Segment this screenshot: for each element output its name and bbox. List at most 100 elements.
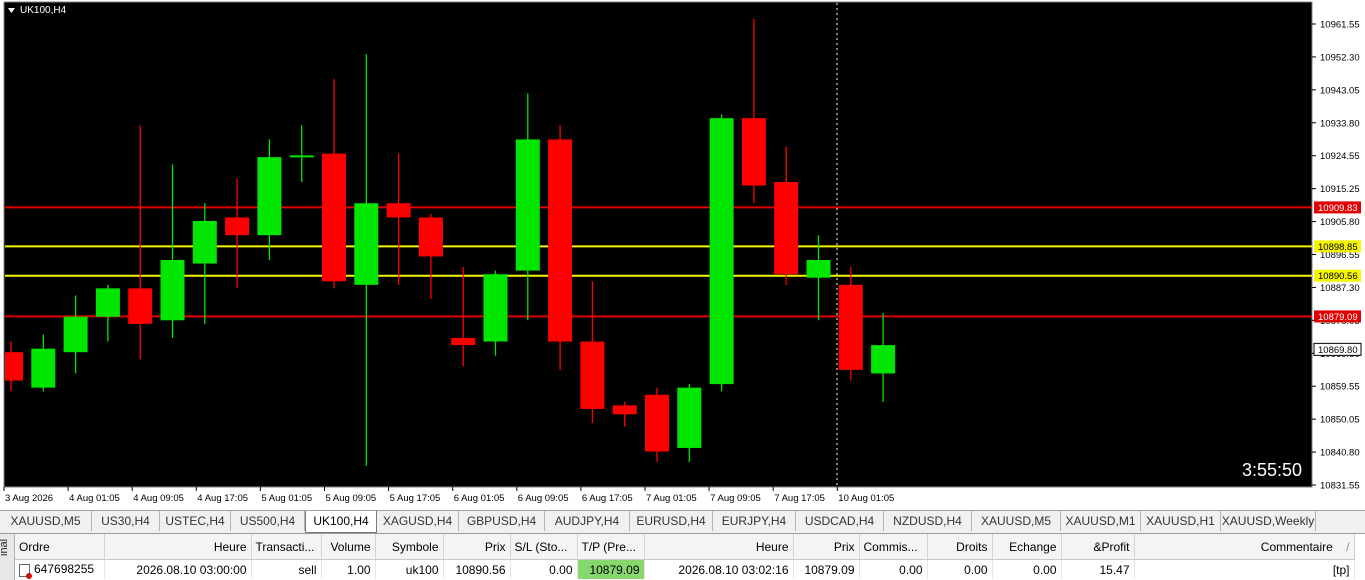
chart-tab[interactable]: XAUUSD,M1: [1061, 511, 1141, 531]
table-row[interactable]: 647698255 2026.08.10 03:00:00 sell 1.00 …: [15, 559, 1355, 579]
col-header-prix[interactable]: Prix: [443, 534, 511, 560]
candle-body: [741, 118, 766, 186]
col-header-heure[interactable]: Heure: [104, 534, 252, 560]
cell-ordre: 647698255: [15, 559, 105, 579]
chart-tab[interactable]: US500,H4: [231, 511, 305, 531]
candle-body: [580, 341, 605, 409]
chart-tab[interactable]: USDCAD,H4: [796, 511, 884, 531]
candle-body: [612, 405, 637, 415]
col-header-commentaire[interactable]: Commentaire /: [1134, 534, 1355, 560]
candle-body: [418, 217, 443, 257]
chart-area[interactable]: 10961.55 10952.30 10943.05 10933.80 10924.55…: [0, 0, 1365, 510]
price-tick-label: 10933.80: [1320, 118, 1360, 129]
time-tick-label: 5 Aug 09:05: [326, 493, 377, 504]
order-price-label: 10909.83: [1318, 203, 1358, 214]
time-tick-label: 4 Aug 09:05: [133, 493, 184, 504]
candle-body: [63, 316, 88, 353]
candle-body: [515, 139, 540, 271]
col-header-echange[interactable]: Echange: [992, 534, 1062, 560]
terminal-panel: inal Ordre Heure Transacti... Volume Sym…: [0, 533, 1365, 580]
cell-symbole: uk100: [375, 559, 444, 579]
candle-body: [192, 220, 217, 264]
chart-tab[interactable]: GBPUSD,H4: [459, 511, 545, 531]
col-header-heure-close[interactable]: Heure: [644, 534, 794, 560]
candle-body: [31, 348, 56, 388]
price-tick-label: 10924.55: [1320, 151, 1360, 162]
time-tick-label: 7 Aug 01:05: [646, 493, 697, 504]
candle-body: [483, 274, 508, 342]
chart-tabs-bar: XAUUSD,M5 US30,H4 USTEC,H4 US500,H4 UK100,H4…: [0, 510, 1365, 533]
price-tick-label: 10943.05: [1320, 85, 1360, 96]
time-tick-label: 6 Aug 01:05: [454, 493, 505, 504]
cell-commission: 0.00: [859, 559, 928, 579]
chart-tab[interactable]: XAUUSD,H1: [1141, 511, 1221, 531]
cell-sl: 0.00: [510, 559, 578, 579]
candle-body: [774, 181, 799, 275]
col-header-symbole[interactable]: Symbole: [375, 534, 444, 560]
chart-tab[interactable]: XAUUSD,Weekly: [1221, 511, 1316, 531]
time-tick-label: 3 Aug 2026: [5, 493, 53, 504]
price-tick-label: 10887.30: [1320, 283, 1360, 294]
chart-tab[interactable]: EURJPY,H4: [713, 511, 796, 531]
candle: [709, 114, 734, 392]
chart-tab[interactable]: XAUUSD,M5: [972, 511, 1061, 531]
col-header-droits[interactable]: Droits: [927, 534, 993, 560]
price-tick-label: 10952.30: [1320, 52, 1360, 63]
price-tick-label: 10905.80: [1320, 217, 1360, 228]
col-header-prix-close[interactable]: Prix: [793, 534, 860, 560]
cell-prix-close: 10879.09: [793, 559, 860, 579]
candle: [548, 125, 573, 370]
col-header-commission[interactable]: Commis...: [859, 534, 928, 560]
closed-order-icon: [19, 563, 32, 579]
chart-tab[interactable]: UK100,H4: [305, 511, 377, 533]
col-header-profit[interactable]: &Profit: [1061, 534, 1135, 560]
chart-tab[interactable]: USTEC,H4: [160, 511, 231, 531]
cell-heure: 2026.08.10 03:00:00: [104, 559, 252, 579]
col-header-volume[interactable]: Volume: [321, 534, 376, 560]
candle-body: [871, 345, 896, 374]
svg-text:UK100,H4: UK100,H4: [20, 5, 67, 16]
candle-body: [95, 288, 120, 317]
candle-timer: 3:55:50: [1242, 460, 1302, 480]
col-header-commentaire-label: Commentaire: [1260, 539, 1333, 554]
candle-body: [160, 259, 185, 321]
chart-tab[interactable]: XAUUSD,M5: [0, 511, 92, 531]
time-tick-label: 5 Aug 01:05: [261, 493, 312, 504]
candle-body: [322, 153, 346, 282]
cell-volume: 1.00: [321, 559, 376, 579]
price-chart[interactable]: 10961.55 10952.30 10943.05 10933.80 10924.55…: [0, 0, 1365, 510]
time-tick-label: 5 Aug 17:05: [390, 493, 441, 504]
candle-body: [645, 394, 669, 452]
col-header-tp[interactable]: T/P (Pre...: [577, 534, 645, 560]
col-header-sl[interactable]: S/L (Sto...: [510, 534, 578, 560]
cell-commentaire: [tp]: [1134, 559, 1355, 579]
chart-tab[interactable]: XAGUSD,H4: [377, 511, 459, 531]
chart-tab[interactable]: AUDJPY,H4: [545, 511, 630, 531]
chart-tab[interactable]: EURUSD,H4: [630, 511, 713, 531]
candle-body: [289, 155, 314, 158]
price-tick-label: 10840.80: [1320, 448, 1360, 459]
terminal-side-label[interactable]: inal: [0, 534, 15, 580]
time-tick-label: 4 Aug 01:05: [69, 493, 120, 504]
candle-body: [838, 284, 863, 370]
candle-body: [806, 259, 831, 278]
cell-transaction: sell: [251, 559, 322, 579]
candle-body: [128, 288, 153, 324]
candle-body: [225, 217, 250, 236]
chart-tab[interactable]: NZDUSD,H4: [884, 511, 972, 531]
candle-body: [451, 338, 476, 346]
history-table: Ordre Heure Transacti... Volume Symbole …: [15, 534, 1355, 579]
time-tick-label: 7 Aug 09:05: [710, 493, 761, 504]
price-tick-label: 10915.25: [1320, 184, 1360, 195]
col-header-ordre[interactable]: Ordre: [15, 534, 105, 560]
time-tick-label: 10 Aug 01:05: [838, 493, 894, 504]
table-header-row: Ordre Heure Transacti... Volume Symbole …: [15, 534, 1355, 560]
sort-indicator-icon: /: [1346, 539, 1350, 554]
price-tick-label: 10850.05: [1320, 415, 1360, 426]
col-header-transaction[interactable]: Transacti...: [251, 534, 322, 560]
price-tick-label: 10961.55: [1320, 20, 1360, 31]
chart-tab[interactable]: US30,H4: [92, 511, 160, 531]
tp-price-label: 10879.09: [1318, 312, 1358, 323]
level-price-label: 10898.85: [1318, 242, 1358, 253]
current-price-label: 10869.80: [1318, 345, 1358, 356]
